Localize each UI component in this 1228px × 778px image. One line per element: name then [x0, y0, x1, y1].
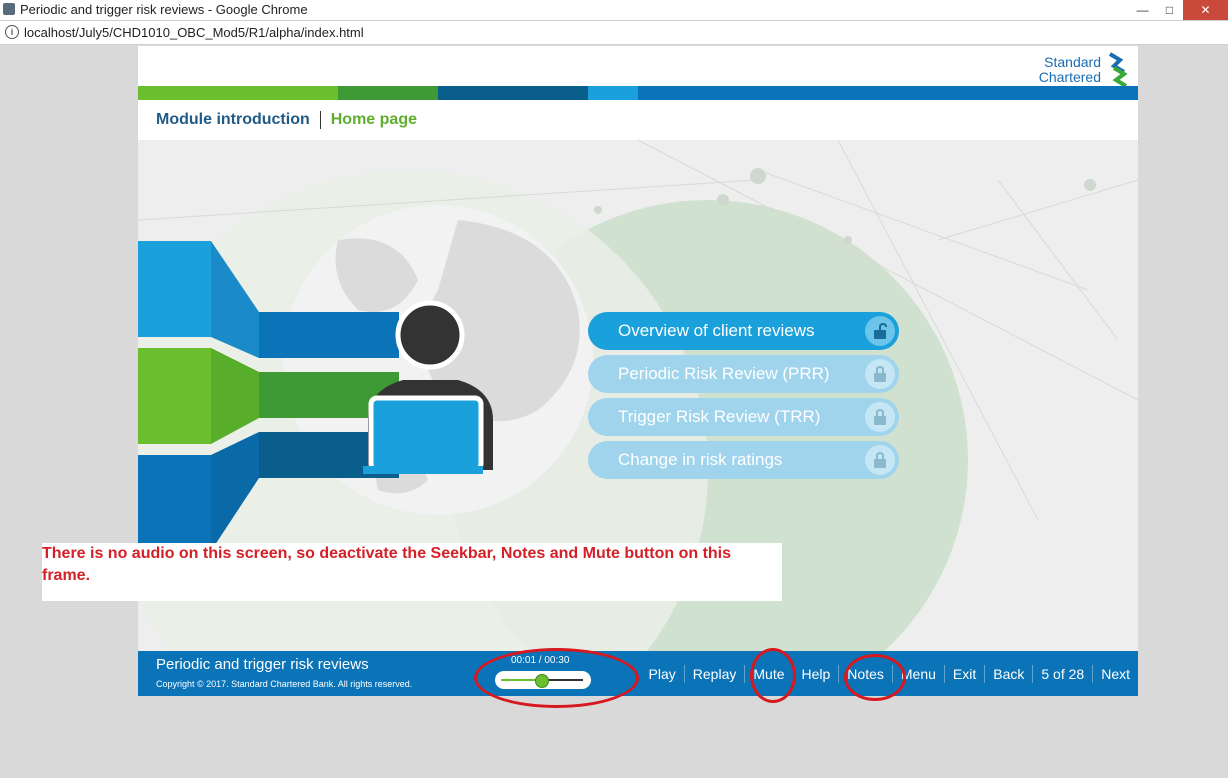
close-window-button[interactable]: ✕: [1183, 0, 1228, 20]
minimize-button[interactable]: —: [1129, 0, 1156, 20]
lock-icon: [865, 445, 895, 475]
logo-line-1: Standard: [1044, 54, 1101, 70]
next-button[interactable]: Next: [1092, 664, 1138, 683]
page-favicon-icon: [3, 3, 15, 15]
menu-item-label: Overview of client reviews: [618, 321, 815, 340]
breadcrumb-module: Module introduction: [156, 111, 310, 129]
mute-markup-circle: [750, 648, 796, 703]
menu-item-prr[interactable]: Periodic Risk Review (PRR): [588, 355, 899, 393]
color-segment: [588, 86, 638, 100]
play-button[interactable]: Play: [641, 665, 684, 683]
notes-markup-circle: [844, 654, 906, 701]
site-info-icon[interactable]: i: [5, 25, 19, 39]
lock-icon: [865, 359, 895, 389]
menu-item-trr[interactable]: Trigger Risk Review (TRR): [588, 398, 899, 436]
unlock-icon: [865, 316, 895, 346]
color-segment: [338, 86, 438, 100]
logo-line-2: Chartered: [1038, 69, 1101, 85]
logo-text: Standard Chartered: [1039, 55, 1101, 85]
window-controls: — □ ✕: [1129, 0, 1228, 20]
color-segment: [638, 86, 1138, 100]
replay-button[interactable]: Replay: [683, 664, 745, 683]
color-segment: [438, 86, 588, 100]
breadcrumb-home: Home page: [330, 111, 417, 129]
exit-button[interactable]: Exit: [943, 664, 984, 683]
breadcrumb-divider: [319, 111, 321, 129]
window-title: Periodic and trigger risk reviews - Goog…: [20, 2, 308, 17]
course-title: Periodic and trigger risk reviews: [156, 656, 369, 673]
standard-chartered-logo-icon: [1108, 52, 1128, 88]
page-counter: 5 of 28: [1032, 664, 1092, 683]
menu-item-label: Trigger Risk Review (TRR): [618, 407, 821, 426]
lock-icon: [865, 402, 895, 432]
url-text[interactable]: localhost/July5/CHD1010_OBC_Mod5/R1/alph…: [24, 25, 364, 40]
brand-color-bar: [138, 86, 1138, 100]
copyright-text: Copyright © 2017. Standard Chartered Ban…: [156, 679, 413, 689]
back-button[interactable]: Back: [984, 664, 1032, 683]
browser-title-bar: Periodic and trigger risk reviews - Goog…: [0, 0, 1228, 21]
review-annotation: There is no audio on this screen, so dea…: [42, 543, 782, 601]
menu-item-label: Change in risk ratings: [618, 450, 783, 469]
help-button[interactable]: Help: [792, 664, 839, 683]
seekbar-markup-circle: [474, 648, 639, 708]
menu-item-label: Periodic Risk Review (PRR): [618, 364, 830, 383]
color-segment: [138, 86, 338, 100]
menu-item-overview[interactable]: Overview of client reviews: [588, 312, 899, 350]
brand-logo: Standard Chartered: [1039, 52, 1130, 88]
address-bar[interactable]: i localhost/July5/CHD1010_OBC_Mod5/R1/al…: [0, 21, 1228, 45]
maximize-button[interactable]: □: [1156, 0, 1183, 20]
menu-item-risk-ratings[interactable]: Change in risk ratings: [588, 441, 899, 479]
breadcrumb: Module introduction Home page: [156, 111, 417, 129]
